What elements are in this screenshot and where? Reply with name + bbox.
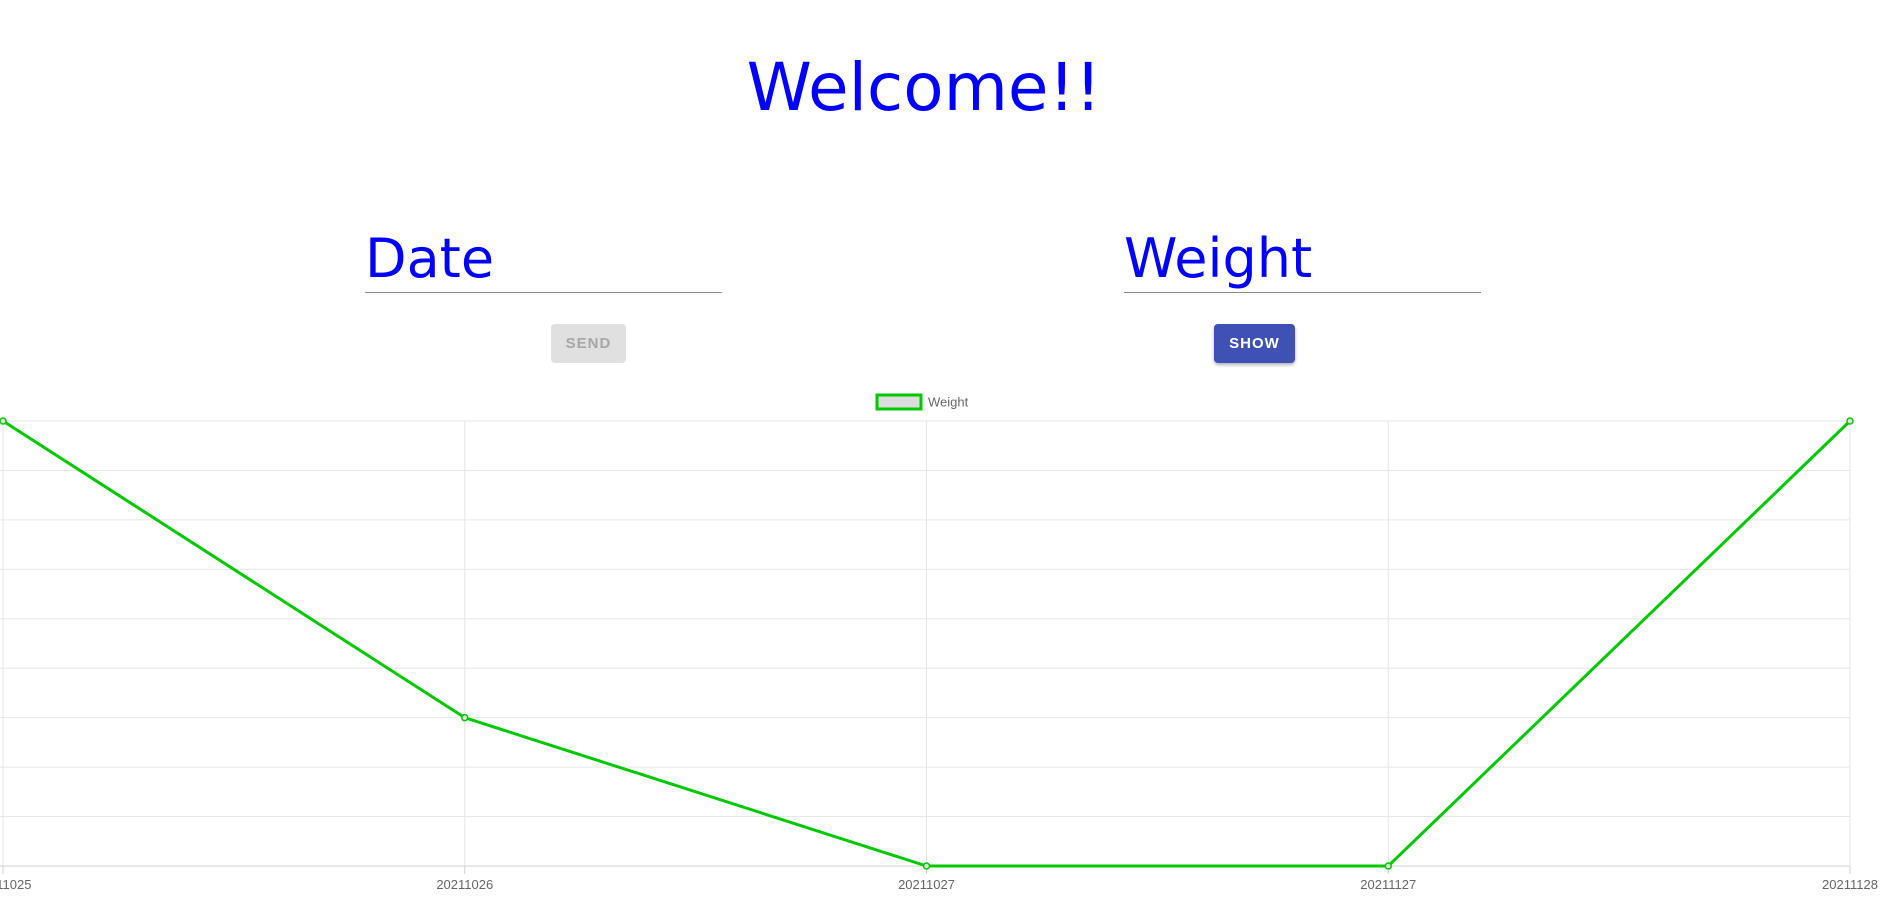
weight-chart: 20211025 20211026 20211027 20211127 20211128… [0, 390, 1882, 909]
legend-swatch [875, 393, 923, 411]
page: Welcome!! SEND SHOW 20211025202110262021… [0, 0, 1882, 909]
weight-field[interactable] [1124, 226, 1481, 293]
data-point [461, 713, 469, 722]
x-tick-label: 20211026 [436, 877, 493, 892]
date-field[interactable] [365, 226, 722, 293]
data-point [1846, 417, 1854, 425]
date-input[interactable] [365, 226, 722, 290]
send-button[interactable]: SEND [551, 324, 626, 363]
weight-chart-svg: 20211025 20211026 20211027 20211127 20211128… [0, 393, 1878, 892]
data-point [0, 417, 7, 425]
weight-input[interactable] [1124, 226, 1481, 290]
x-tick-label: 20211127 [1360, 877, 1416, 892]
data-point [922, 862, 931, 870]
x-tick-label: 20211128 [1822, 877, 1878, 892]
x-tick-label: 20211025 [0, 877, 31, 892]
show-button[interactable]: SHOW [1214, 324, 1295, 363]
page-title: Welcome!! [746, 49, 1102, 126]
x-tick-label: 20211027 [898, 877, 955, 892]
data-point [1384, 862, 1392, 870]
legend-label: Weight [928, 395, 969, 410]
